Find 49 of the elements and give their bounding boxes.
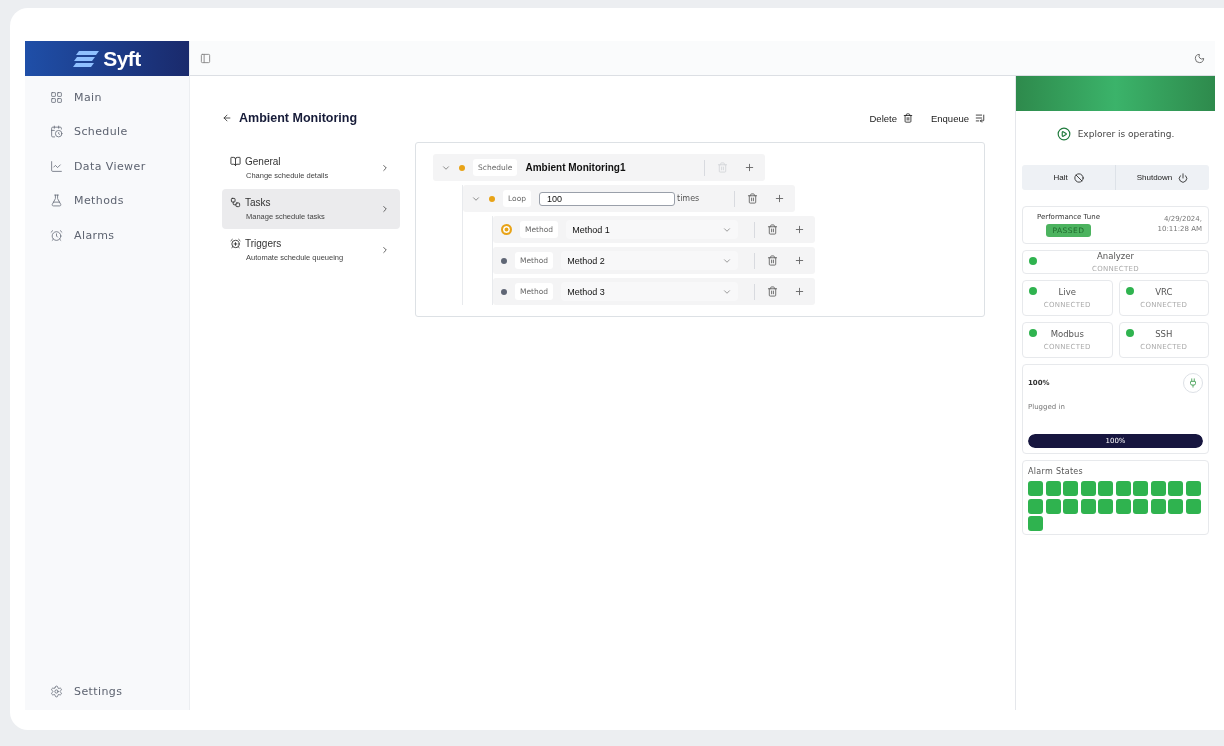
ban-icon (1073, 172, 1084, 183)
chevron-right-icon (380, 163, 390, 173)
nav-item[interactable]: Schedule (25, 116, 189, 147)
page-title: Ambient Monitoring (239, 111, 358, 125)
nav-item[interactable]: Methods (25, 185, 189, 216)
alarm-clock-icon (50, 228, 63, 242)
list-icon (975, 113, 985, 123)
control-button[interactable]: Shutdown (1115, 165, 1209, 190)
workflow-icon (230, 197, 241, 208)
connection-name: Live (1058, 287, 1076, 297)
status-text: Explorer is operating. (1077, 129, 1175, 139)
alarm-states-title: Alarm States (1028, 467, 1085, 476)
chevron-right-icon (380, 204, 390, 214)
book-icon (230, 156, 241, 167)
control-button[interactable]: Halt (1022, 165, 1115, 190)
chevron-right-icon (380, 245, 390, 255)
logo-mark-icon (73, 50, 100, 67)
connection-name: Analyzer (1097, 251, 1134, 261)
nav-item[interactable]: Settings (25, 676, 189, 707)
alarm-clock-plus-icon (230, 238, 241, 249)
moon-icon[interactable] (1194, 52, 1205, 64)
connection-name: SSH (1155, 329, 1173, 339)
nav-item[interactable]: Main (25, 82, 189, 113)
nav-item[interactable]: Data Viewer (25, 151, 189, 182)
flask-icon (50, 194, 63, 208)
connection-name: Modbus (1050, 329, 1084, 339)
loop-count-field[interactable]: 100 (539, 191, 675, 206)
back-arrow-icon[interactable] (222, 113, 232, 123)
method-select[interactable]: Method 2 (561, 251, 738, 270)
trash-icon (902, 113, 913, 123)
logo-text: Syft (103, 46, 141, 71)
calendar-clock-icon (50, 125, 63, 139)
settings-icon (50, 685, 63, 699)
section-title: General (245, 156, 281, 167)
power-icon (1178, 172, 1189, 183)
method-select[interactable]: Method 3 (561, 282, 738, 301)
action-button[interactable]: Delete (869, 112, 913, 124)
section-title: Triggers (245, 238, 282, 249)
schedule-name: Ambient Monitoring1 (525, 162, 626, 173)
method-select[interactable]: Method 1 (566, 220, 739, 239)
play-circle-icon (1056, 127, 1071, 141)
connection-name: VRC (1155, 287, 1173, 297)
line-chart-icon (50, 159, 63, 173)
section-title: Tasks (245, 197, 271, 208)
times-label: times (677, 194, 700, 203)
grid-icon (50, 90, 63, 104)
sidebar-toggle-icon[interactable] (200, 52, 211, 64)
nav-item[interactable]: Alarms (25, 220, 189, 251)
action-button[interactable]: Enqueue (930, 112, 985, 124)
